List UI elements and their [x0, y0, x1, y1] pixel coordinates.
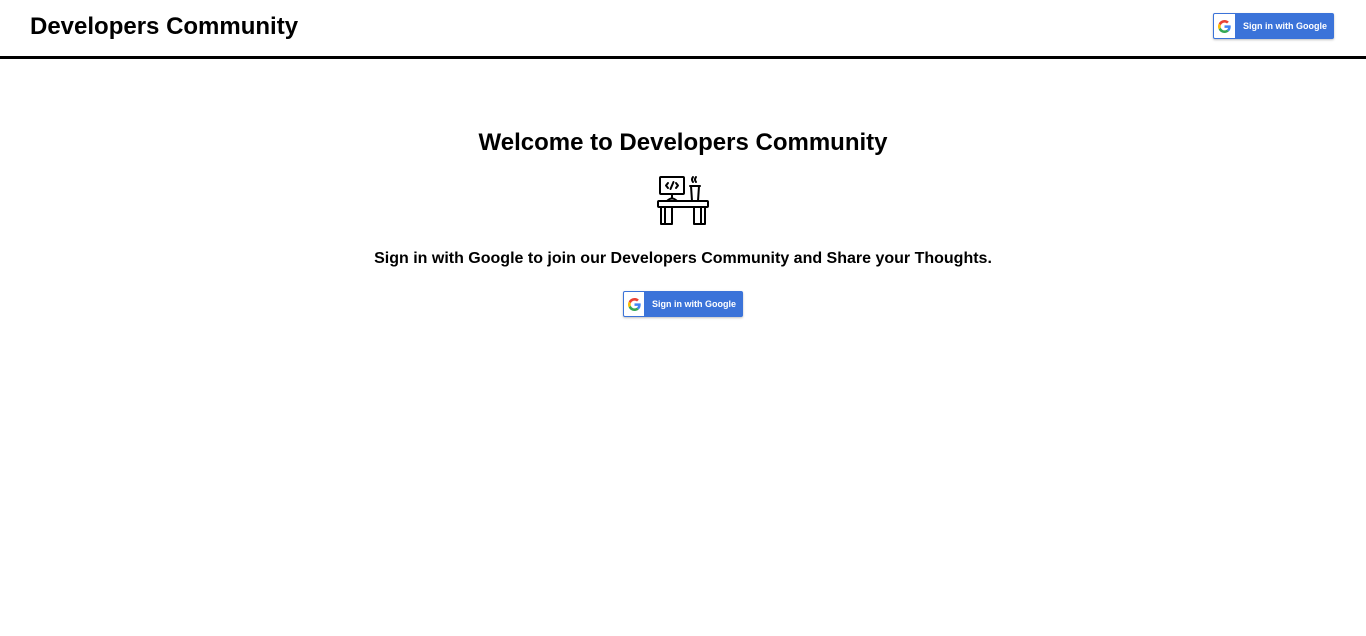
developer-desk-icon — [656, 175, 710, 229]
main-content: Welcome to Developers Community Sign in … — [0, 59, 1366, 636]
main-google-signin-button[interactable]: Sign in with Google — [623, 291, 743, 317]
main-google-signin-label: Sign in with Google — [652, 299, 736, 309]
header-google-signin-label: Sign in with Google — [1243, 21, 1327, 31]
signin-prompt-text: Sign in with Google to join our Develope… — [374, 250, 992, 267]
google-logo-icon — [1214, 14, 1235, 38]
header-google-signin-button[interactable]: Sign in with Google — [1213, 13, 1334, 39]
google-logo-icon — [624, 292, 644, 316]
site-title: Developers Community — [30, 13, 299, 40]
welcome-heading: Welcome to Developers Community — [478, 129, 888, 156]
top-header: Developers Community Sign in with Google — [0, 0, 1366, 59]
